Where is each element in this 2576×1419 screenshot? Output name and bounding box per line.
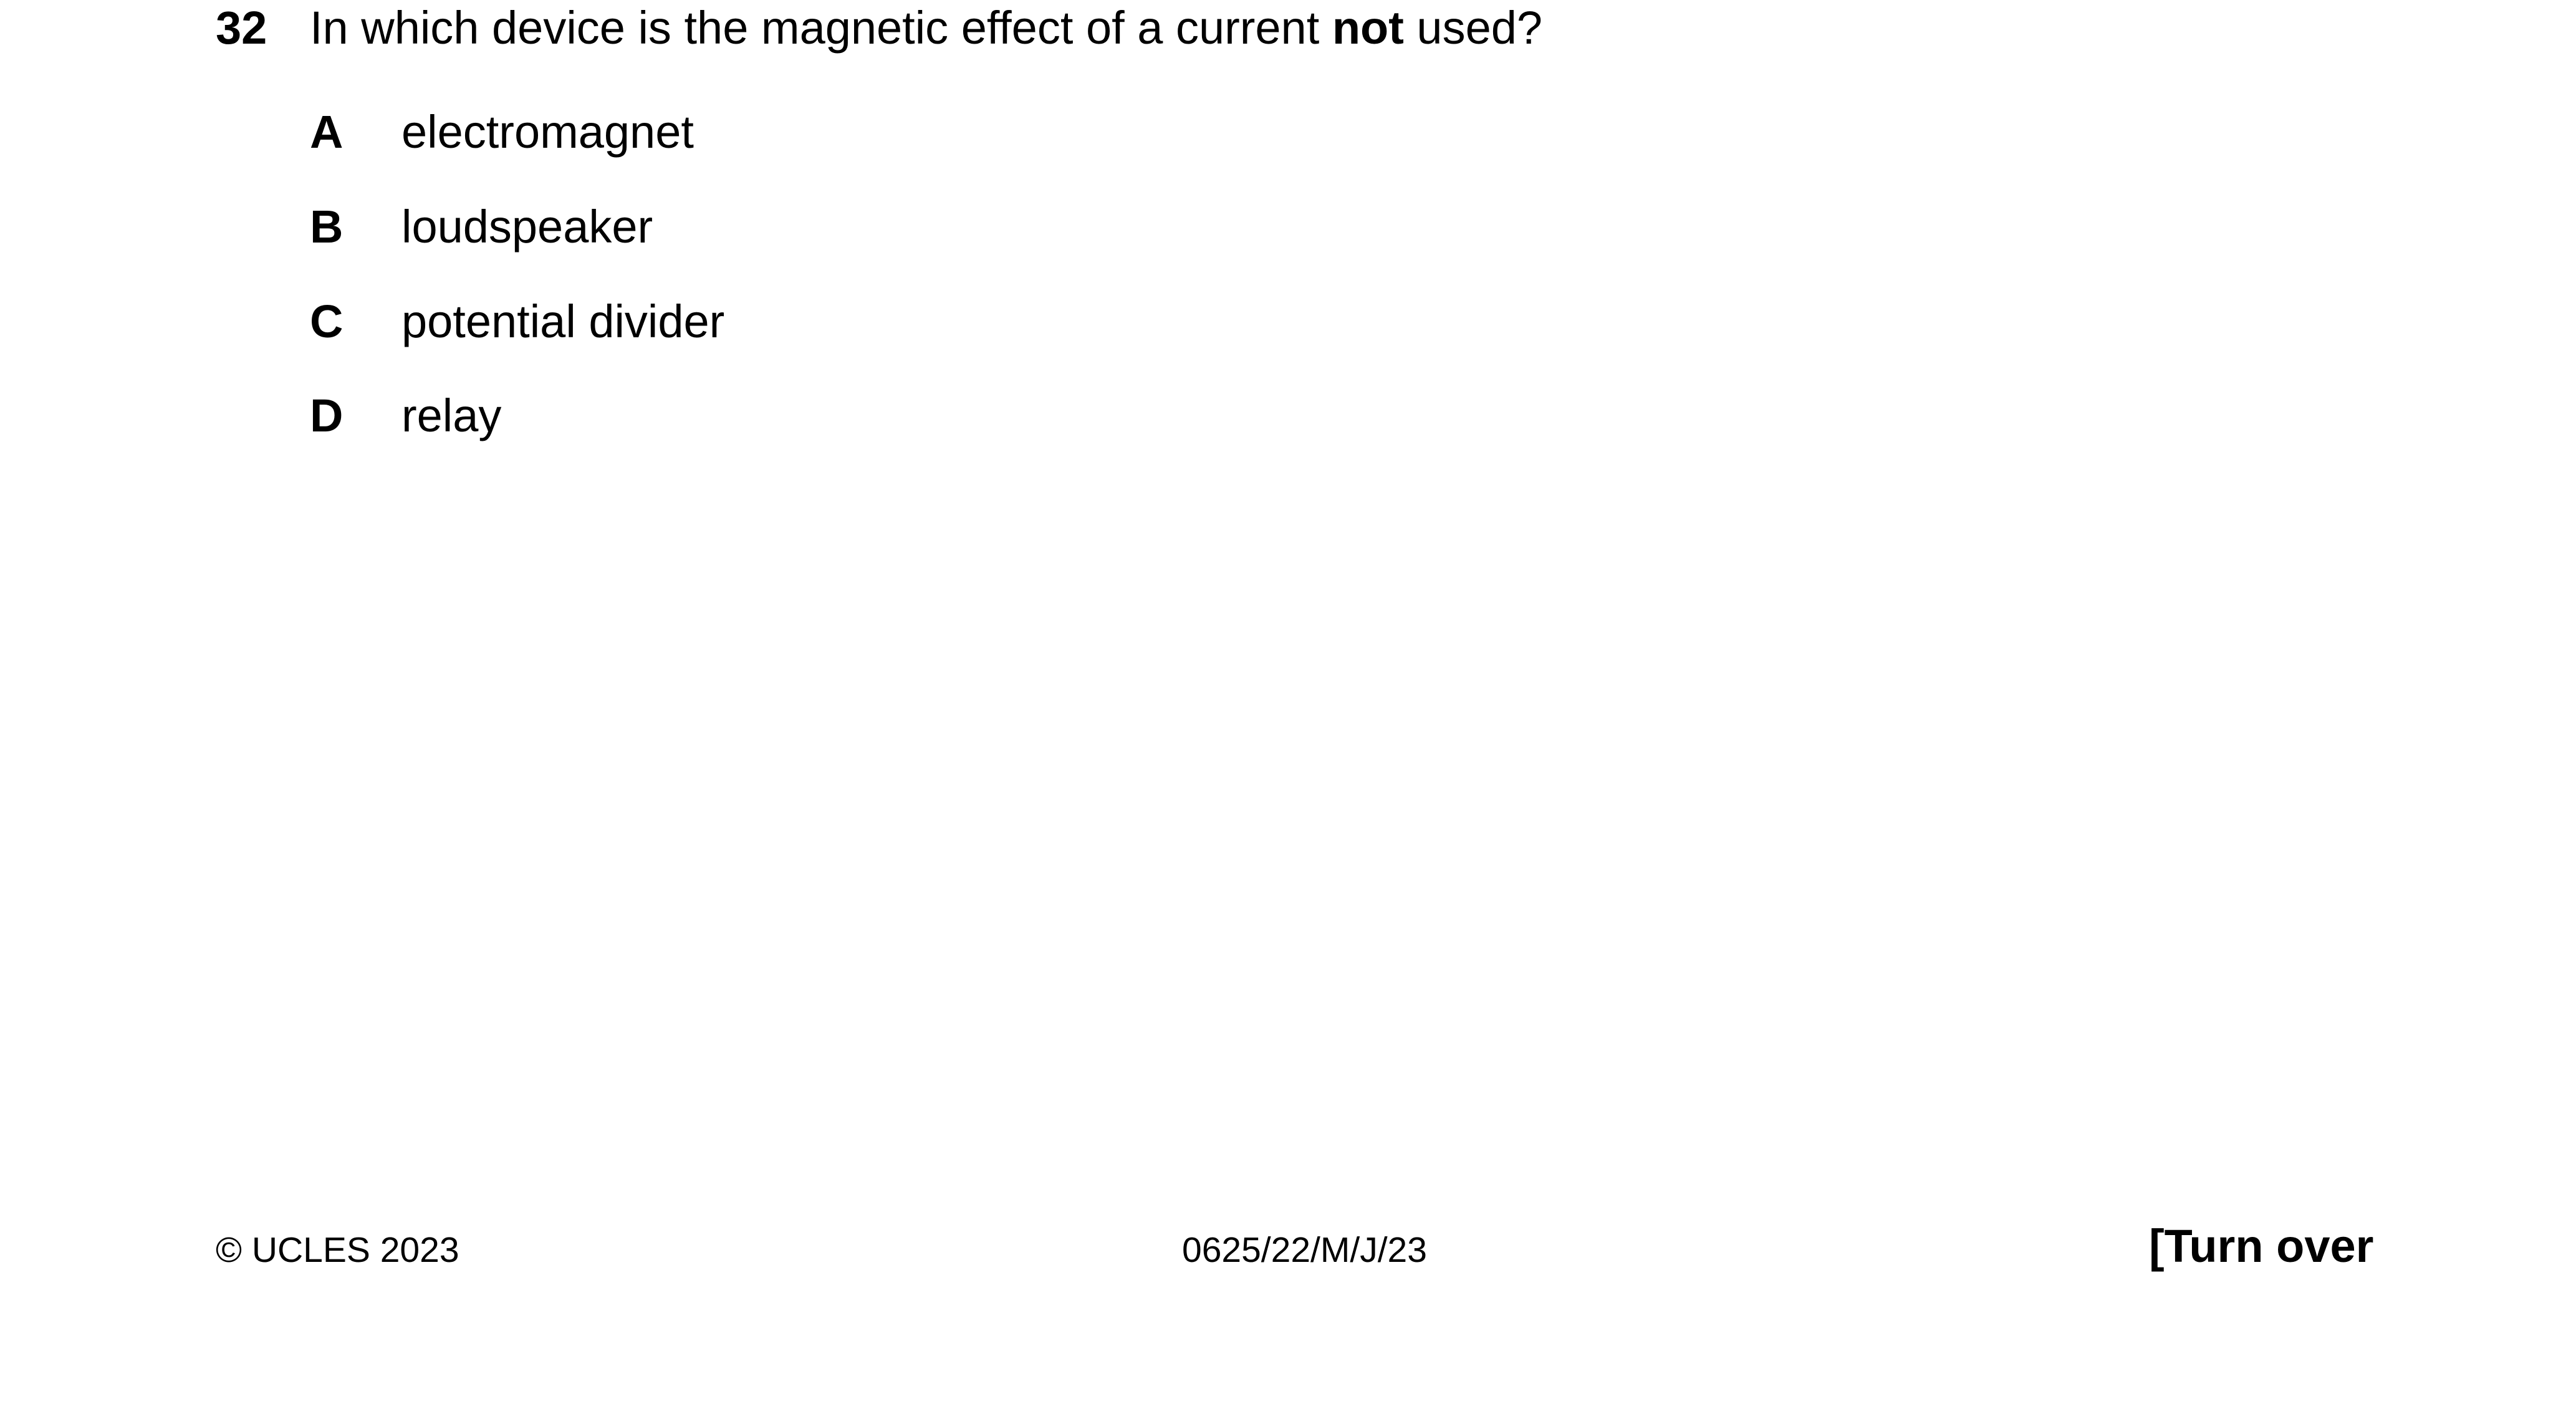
- footer-turn-over: [Turn over: [2149, 1220, 2374, 1272]
- option-letter: A: [310, 106, 344, 158]
- stem-emphasis: not: [1332, 2, 1404, 54]
- question-stem: In which device is the magnetic effect o…: [310, 5, 1542, 51]
- question-number: 32: [216, 2, 267, 54]
- option-d: D relay: [310, 393, 1183, 449]
- option-b: B loudspeaker: [310, 204, 1183, 260]
- footer-copyright: © UCLES 2023: [216, 1230, 459, 1270]
- option-text: relay: [401, 390, 502, 441]
- option-text: loudspeaker: [401, 201, 653, 253]
- option-text: electromagnet: [401, 106, 694, 158]
- option-letter: B: [310, 201, 344, 253]
- option-c: C potential divider: [310, 299, 1183, 355]
- stem-text-before: In which device is the magnetic effect o…: [310, 2, 1332, 54]
- option-letter: C: [310, 296, 344, 347]
- option-letter: D: [310, 390, 344, 441]
- footer-paper-code: 0625/22/M/J/23: [1182, 1230, 1427, 1270]
- stem-text-after: used?: [1403, 2, 1543, 54]
- option-text: potential divider: [401, 296, 725, 347]
- option-a: A electromagnet: [310, 109, 1183, 165]
